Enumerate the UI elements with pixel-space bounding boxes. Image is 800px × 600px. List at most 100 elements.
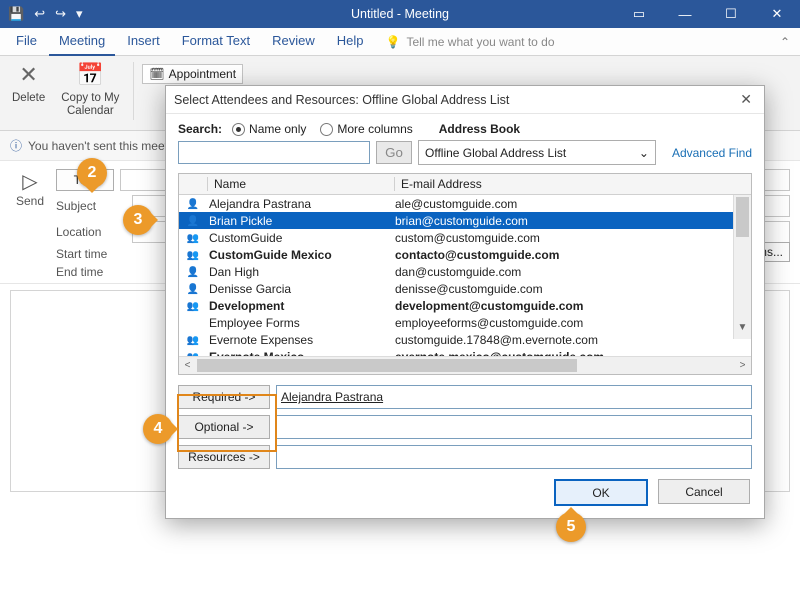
- tab-help[interactable]: Help: [327, 28, 374, 56]
- location-label: Location: [56, 225, 126, 239]
- contact-row[interactable]: Evernote Expensescustomguide.17848@m.eve…: [179, 331, 751, 348]
- contact-row[interactable]: Alejandra Pastranaale@customguide.com: [179, 195, 751, 212]
- maximize-button[interactable]: ☐: [708, 0, 754, 28]
- person-icon: [179, 266, 207, 278]
- vertical-scrollbar[interactable]: ▲ ▼: [733, 195, 751, 339]
- contact-name: Evernote Expenses: [207, 333, 389, 347]
- group-icon: [179, 334, 207, 346]
- contact-name: Brian Pickle: [207, 214, 389, 228]
- contact-row[interactable]: Developmentdevelopment@customguide.com: [179, 297, 751, 314]
- scroll-thumb-h[interactable]: [197, 359, 577, 372]
- radio-dot-icon: [320, 123, 333, 136]
- contact-name: Denisse Garcia: [207, 282, 389, 296]
- appointment-button[interactable]: 🗓 Appointment: [142, 64, 243, 84]
- scroll-right-icon[interactable]: >: [734, 357, 751, 374]
- resources-field[interactable]: [276, 445, 752, 469]
- info-icon: ⓘ: [10, 137, 22, 154]
- ribbon-options-button[interactable]: ▭: [616, 0, 662, 28]
- close-button[interactable]: ✕: [754, 0, 800, 28]
- contact-email: employeeforms@customguide.com: [389, 316, 751, 330]
- contacts-list-body[interactable]: Alejandra Pastranaale@customguide.comBri…: [179, 195, 751, 356]
- horizontal-scrollbar[interactable]: < >: [179, 356, 751, 374]
- delete-icon: ✕: [19, 60, 37, 90]
- contact-email: brian@customguide.com: [389, 214, 751, 228]
- tab-format-text[interactable]: Format Text: [172, 28, 260, 56]
- qat-dropdown-icon[interactable]: ▾: [76, 6, 83, 22]
- scroll-down-icon[interactable]: ▼: [734, 322, 751, 339]
- col-email[interactable]: E-mail Address: [395, 177, 751, 191]
- contact-row[interactable]: CustomGuide Mexicocontacto@customguide.c…: [179, 246, 751, 263]
- radio-name-only[interactable]: Name only: [232, 122, 306, 136]
- collapse-ribbon-icon[interactable]: ⌃: [774, 35, 796, 49]
- contact-row[interactable]: Denisse Garciadenisse@customguide.com: [179, 280, 751, 297]
- address-book-value: Offline Global Address List: [425, 146, 566, 160]
- col-name[interactable]: Name: [208, 177, 395, 191]
- contacts-list-header: Name E-mail Address: [179, 174, 751, 195]
- person-icon: [179, 215, 207, 227]
- save-icon[interactable]: 💾: [8, 6, 24, 22]
- group-icon: [179, 232, 207, 244]
- redo-icon[interactable]: ↪: [55, 6, 66, 22]
- tab-insert[interactable]: Insert: [117, 28, 170, 56]
- dialog-title: Select Attendees and Resources: Offline …: [174, 93, 509, 107]
- step-badge-4: 4: [143, 414, 173, 444]
- lightbulb-icon: 💡: [385, 35, 400, 49]
- tab-review[interactable]: Review: [262, 28, 325, 56]
- contacts-list: Name E-mail Address Alejandra Pastranaal…: [178, 173, 752, 375]
- tab-file[interactable]: File: [6, 28, 47, 56]
- contact-name: CustomGuide Mexico: [207, 248, 389, 262]
- contact-row[interactable]: Brian Picklebrian@customguide.com: [179, 212, 751, 229]
- col-icon[interactable]: [179, 177, 208, 191]
- contact-row[interactable]: Evernote Mexicoevernote.mexico@customgui…: [179, 348, 751, 356]
- send-button[interactable]: Send: [10, 194, 50, 208]
- tell-me-label: Tell me what you want to do: [406, 35, 554, 49]
- address-book-select[interactable]: Offline Global Address List ⌄: [418, 140, 656, 165]
- step-badge-5: 5: [556, 512, 586, 542]
- contact-name: Dan High: [207, 265, 389, 279]
- calendar-icon: 📅: [77, 60, 104, 90]
- scroll-left-icon[interactable]: <: [179, 357, 196, 374]
- end-time-label: End time: [56, 265, 126, 279]
- person-icon: [179, 283, 207, 295]
- group-icon: [179, 249, 207, 261]
- contact-email: contacto@customguide.com: [389, 248, 751, 262]
- contact-name: Employee Forms: [207, 316, 389, 330]
- send-icon: ▷: [10, 169, 50, 194]
- scroll-thumb[interactable]: [736, 197, 749, 237]
- tab-meeting[interactable]: Meeting: [49, 28, 115, 56]
- contact-email: dan@customguide.com: [389, 265, 751, 279]
- contact-row[interactable]: Employee Formsemployeeforms@customguide.…: [179, 314, 751, 331]
- title-bar: 💾 ↩ ↪ ▾ Untitled - Meeting ▭ — ☐ ✕: [0, 0, 800, 28]
- radio-more-columns[interactable]: More columns: [320, 122, 412, 136]
- advanced-find-link[interactable]: Advanced Find: [672, 146, 752, 160]
- step-badge-2: 2: [77, 158, 107, 188]
- contact-email: denisse@customguide.com: [389, 282, 751, 296]
- delete-button[interactable]: ✕ Delete: [6, 60, 51, 124]
- contact-name: Alejandra Pastrana: [207, 197, 389, 211]
- contact-row[interactable]: CustomGuidecustom@customguide.com: [179, 229, 751, 246]
- minimize-button[interactable]: —: [662, 0, 708, 28]
- required-field[interactable]: Alejandra Pastrana: [276, 385, 752, 409]
- cancel-button[interactable]: Cancel: [658, 479, 750, 504]
- undo-icon[interactable]: ↩: [34, 6, 45, 22]
- appointment-icon: 🗓: [149, 67, 164, 81]
- contact-email: custom@customguide.com: [389, 231, 751, 245]
- quick-access-toolbar: 💾 ↩ ↪ ▾: [0, 6, 83, 22]
- window-controls: ▭ — ☐ ✕: [616, 0, 800, 28]
- copy-to-calendar-button[interactable]: 📅 Copy to My Calendar: [55, 60, 125, 124]
- contact-email: customguide.17848@m.evernote.com: [389, 333, 751, 347]
- step-badge-3: 3: [123, 205, 153, 235]
- subject-label: Subject: [56, 199, 126, 213]
- go-button[interactable]: Go: [376, 141, 412, 164]
- tell-me[interactable]: 💡 Tell me what you want to do: [385, 35, 554, 49]
- ribbon-separator: [133, 62, 134, 120]
- start-time-label: Start time: [56, 247, 126, 261]
- dialog-footer: OK Cancel: [166, 469, 764, 518]
- contact-name: CustomGuide: [207, 231, 389, 245]
- radio-dot-icon: [232, 123, 245, 136]
- group-icon: [179, 300, 207, 312]
- dialog-close-button[interactable]: ✕: [736, 91, 756, 108]
- search-input[interactable]: [178, 141, 370, 164]
- optional-field[interactable]: [276, 415, 752, 439]
- contact-row[interactable]: Dan Highdan@customguide.com: [179, 263, 751, 280]
